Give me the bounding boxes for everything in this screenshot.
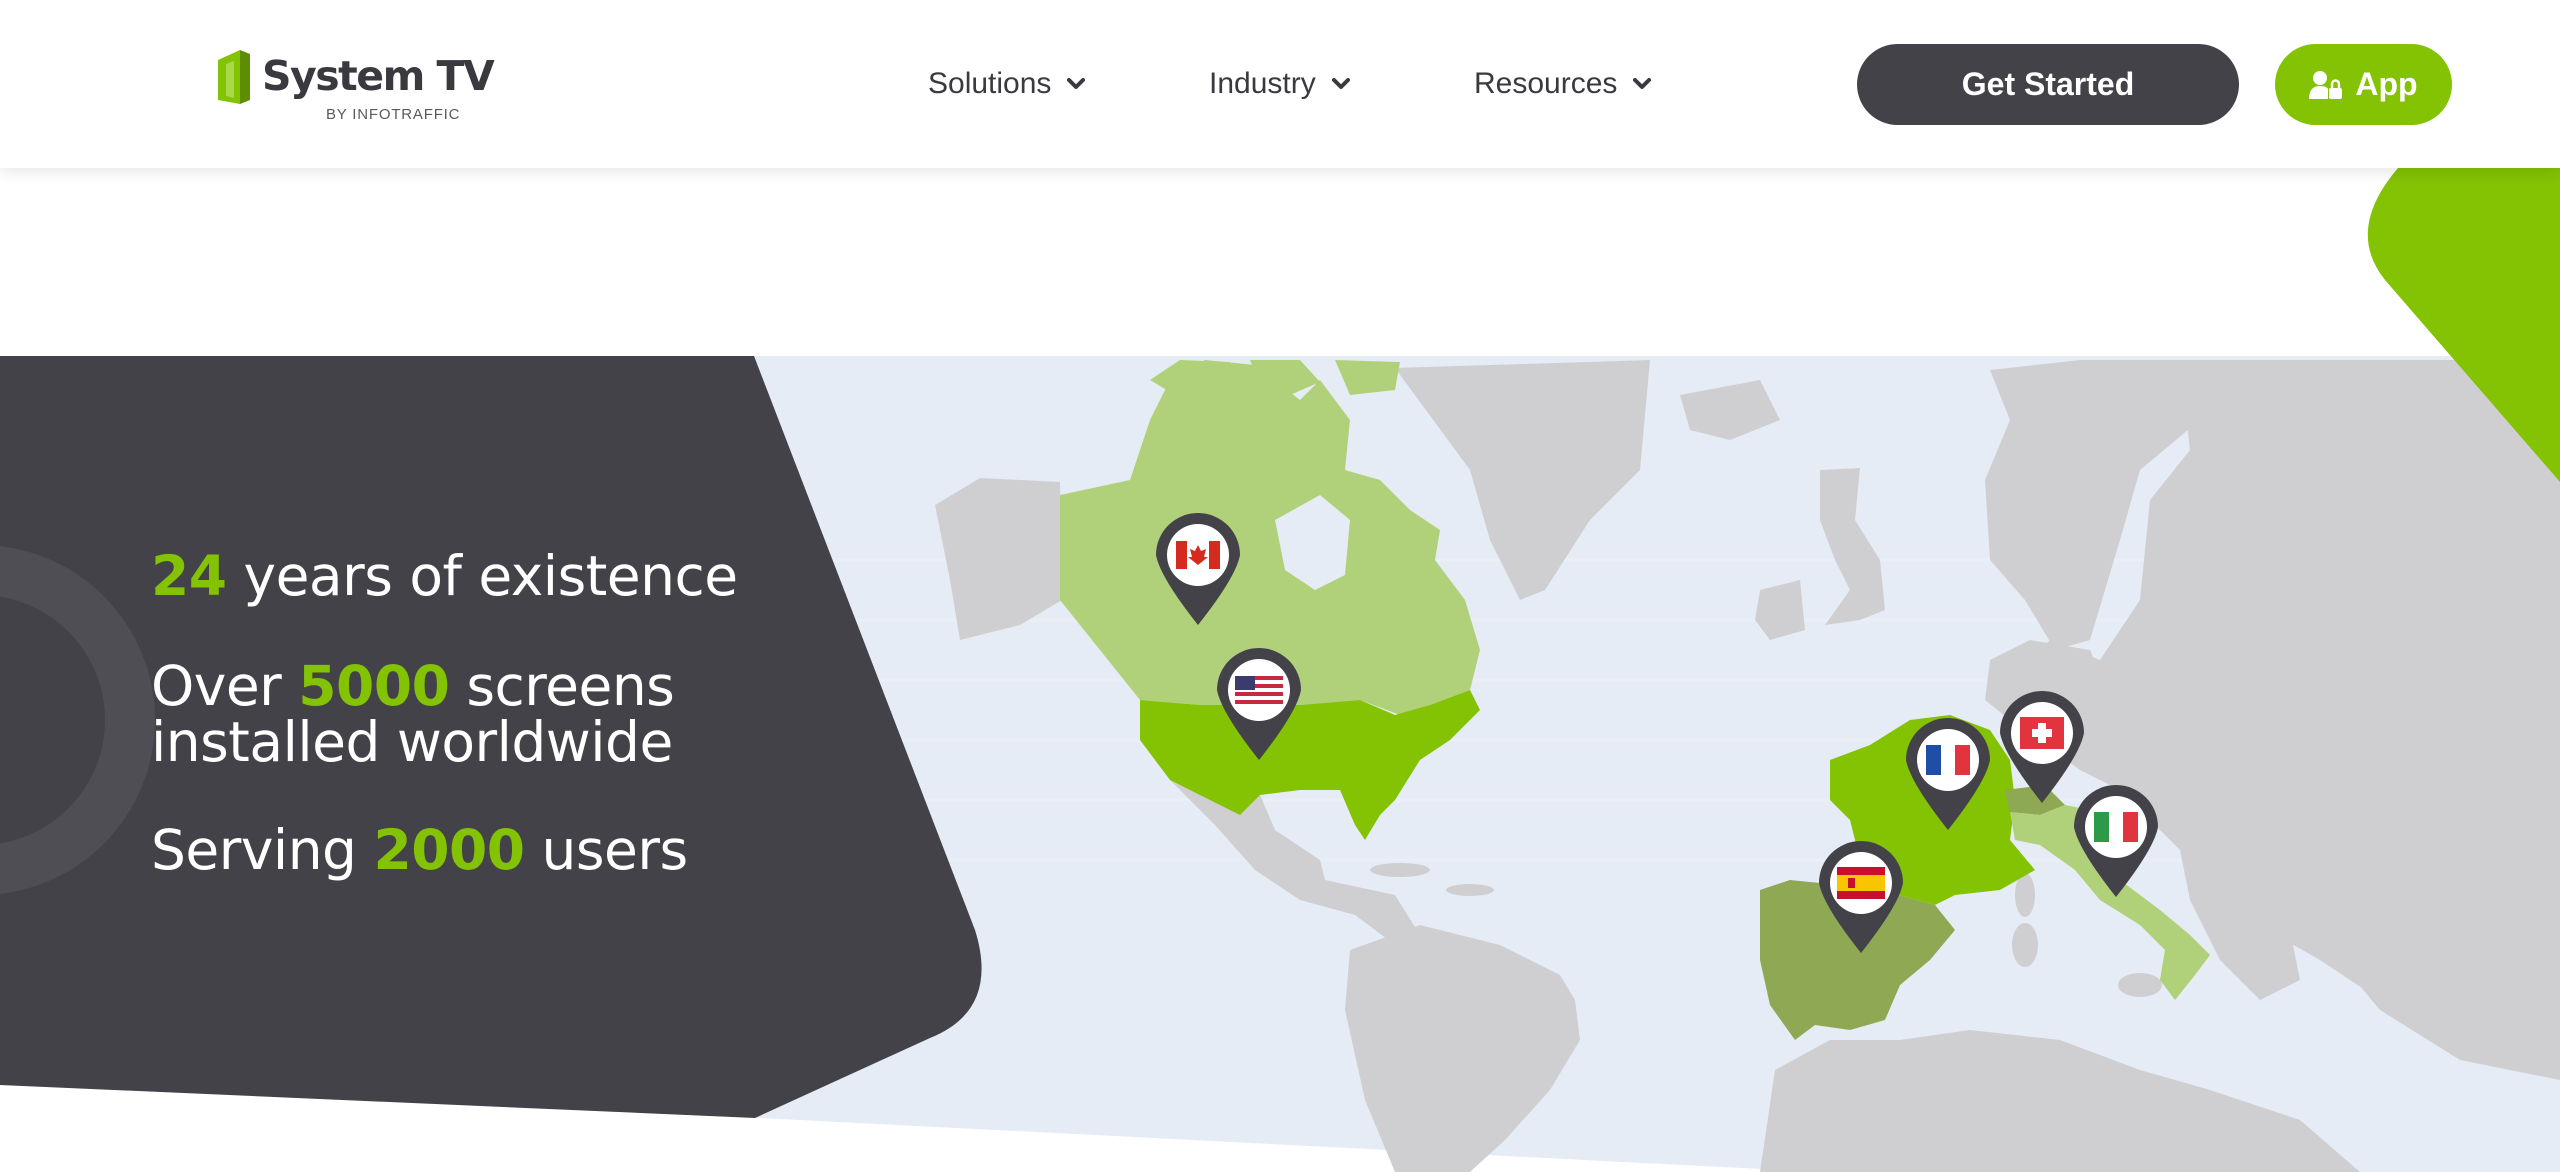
logo-mark-icon [218, 50, 250, 104]
stat-screens: Over 5000 screens installed worldwide [151, 658, 675, 770]
stat-screens-line2: installed worldwide [151, 710, 673, 774]
stat-years-value: 24 [151, 544, 227, 608]
canada-flag-icon [1176, 541, 1220, 569]
chevron-down-icon [1067, 78, 1086, 89]
site-header: System TV BY INFOTRAFFIC Solutions Indus… [0, 0, 2560, 168]
app-button-label: App [2355, 66, 2418, 102]
stat-years: 24 years of existence [151, 548, 738, 604]
logo-name: System TV [262, 52, 495, 100]
chevron-down-icon [1331, 78, 1350, 89]
nav-industry[interactable]: Industry [1209, 64, 1350, 104]
app-button[interactable]: App [2275, 44, 2452, 125]
stat-users: Serving 2000 users [151, 822, 688, 878]
usa-flag-icon [1235, 676, 1283, 704]
nav-solutions[interactable]: Solutions [928, 64, 1086, 104]
stat-users-value: 2000 [373, 818, 525, 882]
stat-users-text: users [524, 818, 689, 882]
logo-byline: BY INFOTRAFFIC [326, 106, 461, 123]
chevron-down-icon [1633, 78, 1652, 89]
nav-resources-label: Resources [1474, 67, 1618, 100]
stat-users-prefix: Serving [151, 818, 374, 882]
italy-flag-icon [2094, 812, 2138, 842]
spain-flag-icon [1837, 867, 1885, 899]
nav-industry-label: Industry [1209, 67, 1316, 100]
stat-years-text: years of existence [226, 544, 739, 608]
france-flag-icon [1926, 745, 1970, 775]
stat-screens-value: 5000 [298, 654, 450, 718]
logo[interactable]: System TV BY INFOTRAFFIC [216, 46, 495, 126]
get-started-button[interactable]: Get Started [1857, 44, 2239, 125]
stat-screens-prefix: Over [151, 654, 299, 718]
switzerland-flag-icon [2020, 717, 2064, 749]
user-lock-icon [2309, 70, 2343, 99]
stat-screens-text: screens [449, 654, 675, 718]
nav-solutions-label: Solutions [928, 67, 1052, 100]
nav-resources[interactable]: Resources [1474, 64, 1652, 104]
